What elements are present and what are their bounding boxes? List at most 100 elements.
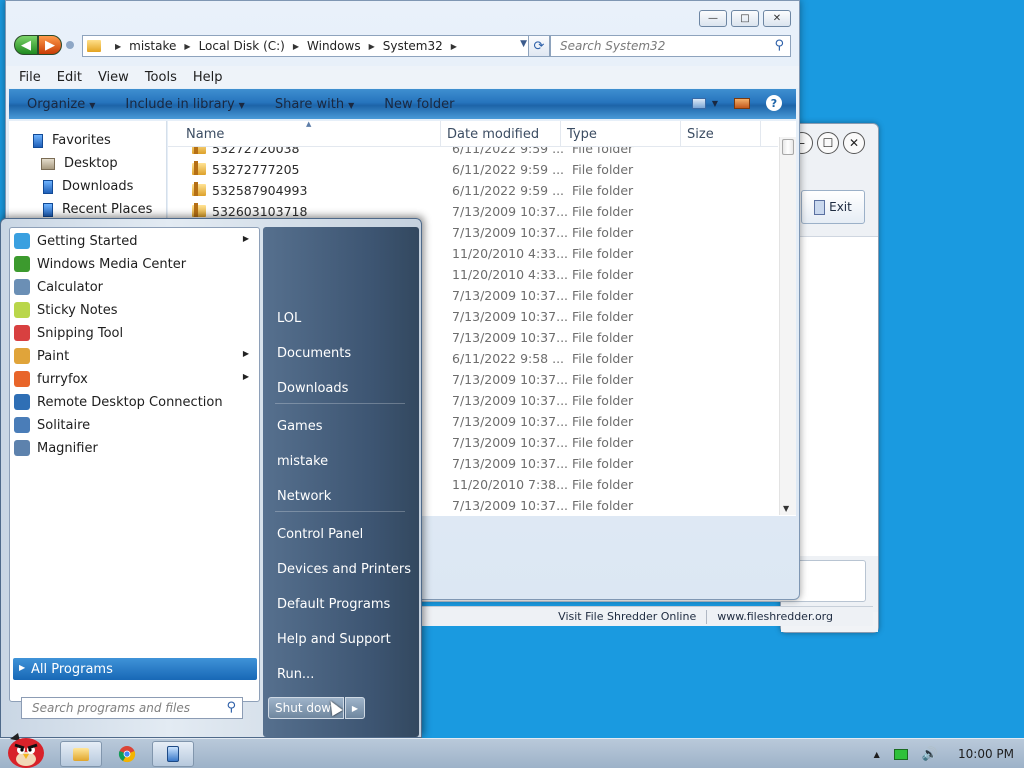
- start-place-item[interactable]: Control Panel: [277, 527, 363, 542]
- file-type: File folder: [572, 204, 634, 219]
- share-with-button[interactable]: Share with ▼: [275, 97, 354, 112]
- file-date: 6/11/2022 9:58 ...: [452, 351, 565, 366]
- file-date: 6/11/2022 9:59 ...: [452, 162, 565, 177]
- breadcrumb-arrow-icon[interactable]: ▶: [293, 42, 299, 51]
- back-arrow-icon[interactable]: ◀: [14, 35, 38, 55]
- breadcrumb-arrow-icon[interactable]: ▶: [369, 42, 375, 51]
- breadcrumb-system32[interactable]: System32: [383, 39, 443, 53]
- refresh-icon[interactable]: ⟳: [528, 35, 550, 57]
- breadcrumb-local-disk[interactable]: Local Disk (C:): [199, 39, 285, 53]
- scrollbar-thumb[interactable]: [782, 139, 794, 155]
- start-program-item[interactable]: Calculator: [14, 276, 257, 298]
- column-divider[interactable]: [680, 121, 681, 147]
- menu-edit[interactable]: Edit: [57, 70, 82, 85]
- breadcrumb-arrow-icon[interactable]: ▶: [451, 42, 457, 51]
- folder-icon: [73, 747, 89, 761]
- column-date[interactable]: Date modified: [447, 127, 539, 142]
- start-program-item[interactable]: Remote Desktop Connection: [14, 391, 257, 413]
- breadcrumb-arrow-icon[interactable]: ▶: [184, 42, 190, 51]
- search-icon[interactable]: ⚲: [226, 700, 236, 715]
- close-icon[interactable]: ✕: [843, 132, 865, 154]
- start-place-item[interactable]: Games: [277, 419, 322, 434]
- table-row[interactable]: 532587904993 6/11/2022 9:59 ... File folde…: [168, 180, 778, 201]
- start-program-item[interactable]: Sticky Notes: [14, 299, 257, 321]
- network-icon[interactable]: [893, 748, 908, 760]
- close-button[interactable]: ✕: [763, 10, 791, 27]
- forward-arrow-icon[interactable]: ▶: [38, 35, 62, 55]
- address-bar[interactable]: ▶ mistake ▶ Local Disk (C:) ▶ Windows ▶ …: [82, 35, 550, 57]
- start-program-item[interactable]: Magnifier: [14, 437, 257, 459]
- menu-help[interactable]: Help: [193, 70, 223, 85]
- menu-tools[interactable]: Tools: [145, 70, 177, 85]
- start-program-item[interactable]: Solitaire: [14, 414, 257, 436]
- clock[interactable]: 10:00 PM: [958, 747, 1014, 761]
- start-place-item[interactable]: Network: [277, 489, 331, 504]
- desktop-icon: [41, 157, 55, 170]
- program-icon: [14, 348, 30, 364]
- nav-downloads[interactable]: Downloads: [43, 179, 133, 194]
- menu-view[interactable]: View: [98, 70, 129, 85]
- start-program-item[interactable]: furryfox ▶: [14, 368, 257, 390]
- breadcrumb-mistake[interactable]: mistake: [129, 39, 176, 53]
- start-place-item[interactable]: Default Programs: [277, 597, 390, 612]
- column-name[interactable]: Name: [186, 127, 224, 142]
- start-place-item[interactable]: Run...: [277, 667, 314, 682]
- nav-desktop[interactable]: Desktop: [41, 156, 118, 171]
- start-program-item[interactable]: Windows Media Center: [14, 253, 257, 275]
- taskbar-chrome-button[interactable]: [106, 741, 148, 767]
- start-program-item[interactable]: Paint ▶: [14, 345, 257, 367]
- column-divider[interactable]: [440, 121, 441, 147]
- view-options-icon[interactable]: ▼: [691, 97, 718, 109]
- nav-favorites[interactable]: Favorites: [33, 133, 111, 148]
- chevron-down-icon: ▼: [89, 100, 96, 110]
- include-in-library-button[interactable]: Include in library ▼: [125, 97, 244, 112]
- all-programs-label: All Programs: [31, 661, 113, 677]
- table-row[interactable]: 53272777205 6/11/2022 9:59 ... File folder: [168, 159, 778, 180]
- minimize-button[interactable]: —: [699, 10, 727, 27]
- nav-recent-places[interactable]: Recent Places: [43, 202, 152, 217]
- taskbar-file-shredder-button[interactable]: [152, 741, 194, 767]
- start-orb-angry-bird-icon[interactable]: [4, 731, 48, 768]
- breadcrumb-windows[interactable]: Windows: [307, 39, 361, 53]
- exit-button[interactable]: Exit: [801, 190, 865, 224]
- maximize-button[interactable]: □: [731, 10, 759, 27]
- start-place-item[interactable]: mistake: [277, 454, 328, 469]
- start-place-item[interactable]: LOL: [277, 311, 301, 326]
- start-place-item[interactable]: Help and Support: [277, 632, 391, 647]
- search-icon[interactable]: ⚲: [774, 38, 784, 53]
- column-type[interactable]: Type: [567, 127, 597, 142]
- volume-icon[interactable]: 🔊: [922, 747, 938, 762]
- start-search-input[interactable]: Search programs and files ⚲: [21, 697, 243, 719]
- help-icon[interactable]: ?: [766, 95, 782, 111]
- column-divider[interactable]: [560, 121, 561, 147]
- organize-button[interactable]: Organize ▼: [27, 97, 95, 112]
- navigation-row: ◀ ▶ ▶ mistake ▶ Local Disk (C:) ▶ Window…: [12, 34, 791, 58]
- breadcrumb-arrow-icon[interactable]: ▶: [115, 42, 121, 51]
- start-place-item[interactable]: Downloads: [277, 381, 348, 396]
- shutdown-options-arrow-icon[interactable]: ▶: [345, 697, 365, 719]
- search-input[interactable]: Search System32 ⚲: [550, 35, 791, 57]
- file-type: File folder: [572, 414, 634, 429]
- start-place-item[interactable]: Documents: [277, 346, 351, 361]
- column-size[interactable]: Size: [687, 127, 714, 142]
- new-folder-button[interactable]: New folder: [384, 97, 454, 112]
- start-program-item[interactable]: Snipping Tool: [14, 322, 257, 344]
- maximize-icon[interactable]: ☐: [817, 132, 839, 154]
- show-hidden-icons-icon[interactable]: ▲: [874, 750, 880, 759]
- file-date: 7/13/2009 10:37...: [452, 393, 569, 408]
- website-url[interactable]: www.fileshredder.org: [717, 610, 833, 623]
- recent-pages-icon[interactable]: [66, 41, 74, 49]
- menu-file[interactable]: File: [19, 70, 41, 85]
- nav-desktop-label: Desktop: [64, 156, 118, 171]
- vertical-scrollbar[interactable]: ▼: [779, 137, 796, 515]
- chevron-down-icon[interactable]: ▼: [520, 39, 527, 49]
- column-divider[interactable]: [760, 121, 761, 147]
- start-program-item[interactable]: Getting Started ▶: [14, 230, 257, 252]
- start-place-item[interactable]: Devices and Printers: [277, 562, 411, 577]
- preview-pane-icon[interactable]: [734, 97, 750, 109]
- scroll-down-icon[interactable]: ▼: [783, 504, 789, 513]
- all-programs-button[interactable]: ▶ All Programs: [13, 658, 257, 680]
- file-type: File folder: [572, 330, 634, 345]
- taskbar-explorer-button[interactable]: [60, 741, 102, 767]
- visit-online-link[interactable]: Visit File Shredder Online: [558, 610, 696, 623]
